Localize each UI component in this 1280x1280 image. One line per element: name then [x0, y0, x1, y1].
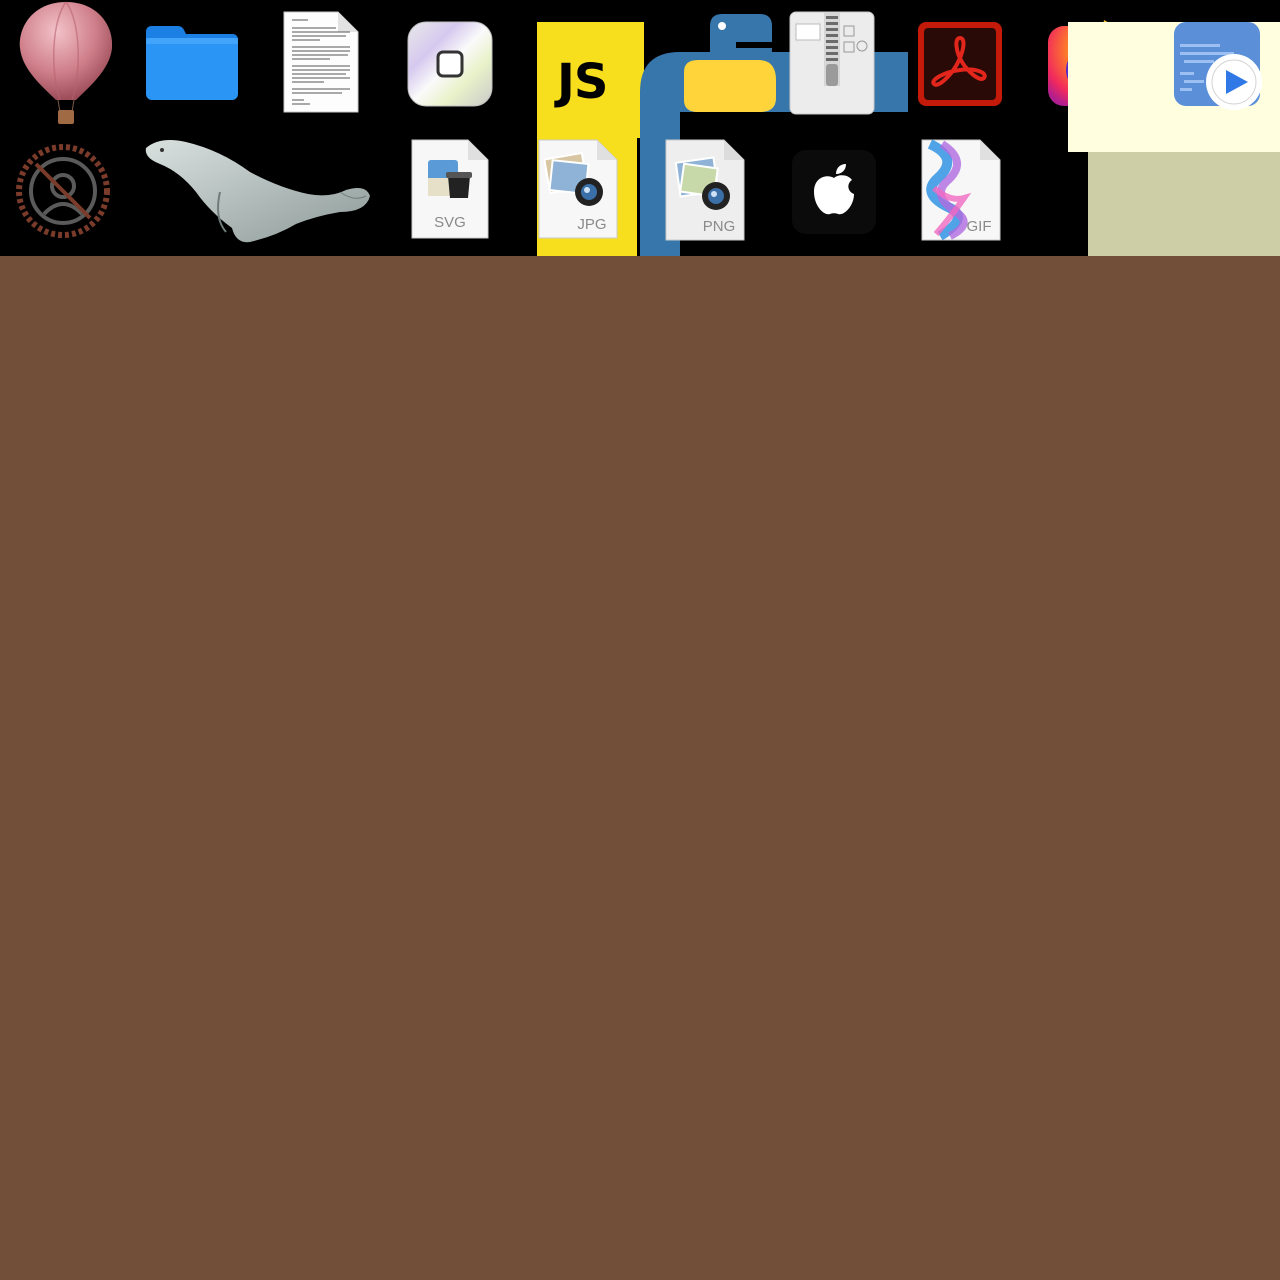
svg-file-label: SVG [434, 214, 466, 231]
acrobat-icon[interactable] [918, 22, 1002, 106]
folder-icon[interactable] [144, 22, 240, 104]
png-file-label: PNG [702, 218, 736, 235]
desktop-background [0, 256, 1280, 1280]
gif-file-icon[interactable]: GIF [920, 138, 1002, 242]
png-file-icon[interactable]: PNG [664, 138, 746, 242]
text-document-icon[interactable] [280, 10, 362, 114]
zip-archive-icon[interactable] [788, 10, 876, 116]
gif-file-label: GIF [966, 218, 992, 235]
gear-badge-icon[interactable] [14, 142, 112, 240]
script-play-icon[interactable] [1068, 22, 1280, 256]
jpg-file-icon[interactable]: JPG [537, 138, 619, 240]
svg-file-icon[interactable]: SVG [410, 138, 490, 240]
javascript-label: JS [557, 54, 608, 110]
manatee-icon[interactable] [140, 132, 376, 252]
hot-air-balloon-icon[interactable] [14, 0, 118, 130]
apple-logo-icon[interactable] [792, 150, 876, 234]
jpg-file-label: JPG [577, 216, 607, 233]
disc-icon[interactable] [406, 20, 494, 108]
